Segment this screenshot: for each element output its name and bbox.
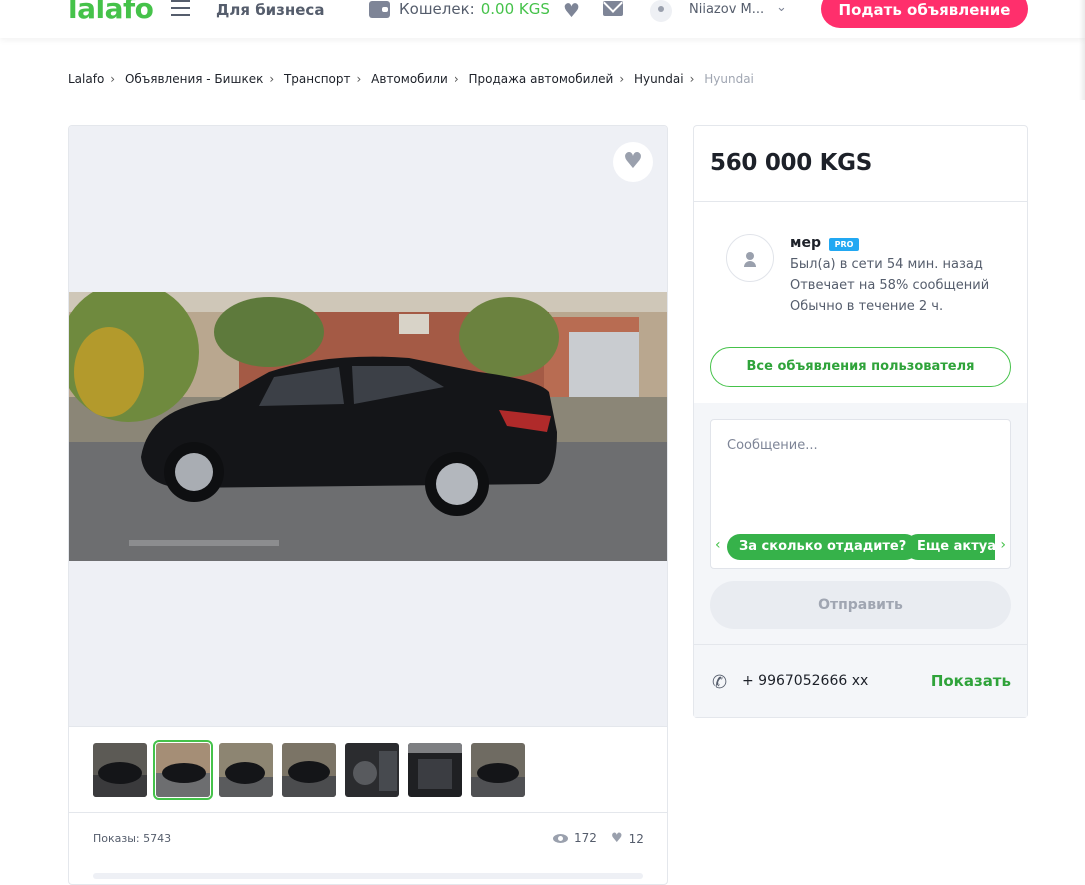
photo-gallery: ♥ Показы: 5743 172 ♥ 12 bbox=[68, 125, 668, 885]
breadcrumb-item[interactable]: Транспорт bbox=[284, 72, 351, 86]
pro-badge: PRO bbox=[829, 238, 859, 251]
reply-rate: Отвечает на 58% сообщений bbox=[790, 278, 990, 293]
for-business-link[interactable]: Для бизнеса bbox=[216, 1, 324, 19]
heart-icon: ♥ bbox=[611, 831, 623, 846]
breadcrumb-current: Hyundai bbox=[704, 72, 754, 86]
wallet-amount: 0.00 KGS bbox=[480, 0, 550, 18]
chevron-right-icon[interactable]: › bbox=[1000, 537, 1006, 553]
menu-icon[interactable] bbox=[171, 0, 191, 18]
chevron-left-icon[interactable]: ‹ bbox=[715, 537, 721, 553]
user-avatar-icon[interactable] bbox=[650, 0, 672, 22]
message-input[interactable]: Сообщение... ‹ За сколько отдадите? Еще … bbox=[710, 419, 1011, 569]
eye-icon bbox=[553, 833, 568, 843]
wallet-label: Кошелек: bbox=[399, 0, 475, 18]
favorites-heart-icon[interactable]: ♥ bbox=[563, 0, 580, 22]
divider bbox=[93, 873, 643, 879]
breadcrumb-item[interactable]: Автомобили bbox=[371, 72, 448, 86]
reply-time: Обычно в течение 2 ч. bbox=[790, 299, 944, 314]
thumbnail-3[interactable] bbox=[219, 743, 273, 797]
seller-name[interactable]: мер bbox=[790, 235, 821, 251]
thumbnail-5[interactable] bbox=[345, 743, 399, 797]
breadcrumb-item[interactable]: Lalafo bbox=[68, 72, 104, 86]
seller-avatar-icon[interactable] bbox=[726, 234, 774, 282]
scrollbar-edge bbox=[1079, 0, 1085, 100]
phone-icon: ✆ bbox=[712, 672, 728, 693]
quick-reply-chip[interactable]: Еще актуал bbox=[905, 534, 995, 560]
user-name[interactable]: Niiazov M... bbox=[689, 2, 764, 17]
message-section: Сообщение... ‹ За сколько отдадите? Еще … bbox=[694, 403, 1027, 644]
breadcrumb-item[interactable]: Объявления - Бишкек bbox=[125, 72, 263, 86]
breadcrumb-item[interactable]: Hyundai bbox=[634, 72, 684, 86]
lalafo-logo[interactable]: lalafo bbox=[68, 0, 154, 25]
phone-row: ✆ + 9967052666 xx Показать bbox=[694, 644, 1027, 717]
thumbnail-strip bbox=[69, 726, 667, 813]
divider bbox=[694, 201, 1027, 202]
site-header: lalafo Для бизнеса Кошелек: 0.00 KGS ♥ N… bbox=[0, 0, 1085, 38]
post-ad-button[interactable]: Подать объявление bbox=[821, 0, 1028, 28]
thumbnail-4[interactable] bbox=[282, 743, 336, 797]
thumbnail-1[interactable] bbox=[93, 743, 147, 797]
thumbnail-6[interactable] bbox=[408, 743, 462, 797]
thumbnail-7[interactable] bbox=[471, 743, 525, 797]
car-photo[interactable] bbox=[69, 292, 667, 561]
all-user-ads-button[interactable]: Все объявления пользователя bbox=[710, 347, 1011, 387]
breadcrumb-item[interactable]: Продажа автомобилей bbox=[468, 72, 613, 86]
breadcrumb: Lalafo › Объявления - Бишкек › Транспорт › … bbox=[68, 72, 754, 86]
message-placeholder: Сообщение... bbox=[727, 438, 818, 453]
last-seen: Был(а) в сети 54 мин. назад bbox=[790, 257, 983, 272]
send-button[interactable]: Отправить bbox=[710, 581, 1011, 629]
chevron-down-icon[interactable]: ⌄ bbox=[776, 0, 787, 15]
show-phone-button[interactable]: Показать bbox=[931, 672, 1011, 690]
views-count: Показы: 5743 bbox=[93, 832, 172, 845]
messages-mail-icon[interactable] bbox=[603, 1, 623, 16]
favorite-heart-icon[interactable]: ♥ bbox=[613, 142, 653, 182]
phone-number: + 9967052666 xx bbox=[742, 673, 869, 689]
likes: ♥ 12 bbox=[611, 831, 644, 846]
seller-panel: 560 000 KGS мер PRO Был(а) в сети 54 мин… bbox=[693, 125, 1028, 718]
wallet-icon bbox=[369, 0, 390, 18]
eye-views: 172 bbox=[553, 831, 597, 845]
main-photo-area[interactable]: ♥ bbox=[69, 126, 667, 726]
price: 560 000 KGS bbox=[710, 150, 873, 176]
wallet-link[interactable]: Кошелек: 0.00 KGS bbox=[369, 0, 550, 18]
thumbnail-2[interactable] bbox=[153, 740, 213, 800]
quick-reply-chip[interactable]: За сколько отдадите? bbox=[727, 534, 919, 560]
